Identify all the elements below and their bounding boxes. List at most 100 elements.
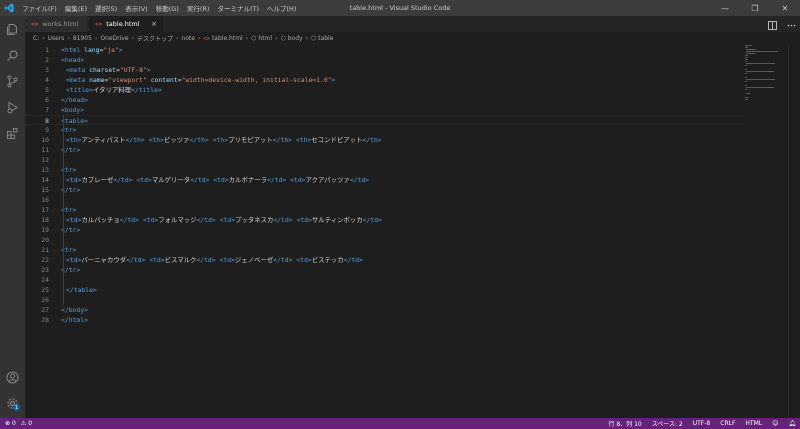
tab-works-html[interactable]: <> works.html <box>25 16 88 32</box>
breadcrumb-item[interactable]: note <box>181 35 195 42</box>
language-mode[interactable]: HTML <box>745 420 762 427</box>
code-line[interactable]: 5 <title>イタリア料理</title> <box>25 85 745 95</box>
chevron-right-icon: › <box>305 35 308 42</box>
tab-table-html[interactable]: <> table.html × <box>89 16 163 32</box>
menu-selection[interactable]: 選択(S) <box>91 3 121 13</box>
editor-scrollbar[interactable] <box>788 45 789 418</box>
end-of-line[interactable]: CRLF <box>720 420 735 427</box>
explorer-icon[interactable] <box>0 16 25 42</box>
code-line[interactable]: 24 <box>25 275 745 285</box>
code-line[interactable]: 17 <tr> <box>25 205 745 215</box>
line-content: <head> <box>61 55 84 65</box>
extensions-icon[interactable] <box>0 120 25 146</box>
code-token: </td> <box>362 216 382 224</box>
notifications-bell-icon[interactable]: 🔔︎ <box>788 420 796 427</box>
menu-terminal[interactable]: ターミナル(T) <box>213 3 263 13</box>
code-editor[interactable]: 1 <html lang="ja"> 2 <head> 3 <meta charset="… <box>25 45 800 418</box>
breadcrumb-item[interactable]: Users <box>48 35 65 42</box>
line-number: 18 <box>41 216 49 224</box>
chevron-right-icon: › <box>94 35 98 42</box>
code-token: </th> <box>362 136 382 144</box>
more-actions-icon[interactable] <box>787 15 796 34</box>
code-line[interactable]: 16 <box>25 195 745 205</box>
breadcrumb-item[interactable]: html <box>258 35 272 42</box>
code-line[interactable]: 25 </table> <box>25 285 745 295</box>
breadcrumb-item[interactable]: table.html <box>212 35 243 42</box>
code-line[interactable]: 13 <tr> <box>25 165 745 175</box>
minimize-button[interactable]: — <box>710 0 740 16</box>
code-line[interactable]: 20 <box>25 235 745 245</box>
breadcrumb-item[interactable]: デスクトップ <box>137 34 173 43</box>
menu-help[interactable]: ヘルプ(H) <box>263 3 300 13</box>
minimap-line <box>746 71 775 72</box>
code-line[interactable]: 18 <td>カルパッチョ</td> <td>フォルマッジ</td> <td>プッ… <box>25 215 745 225</box>
code-line[interactable]: 14 <td>カプレーゼ</td> <td>マルゲリータ</td> <td>カルボ… <box>25 175 745 185</box>
problems-indicator[interactable]: ⊗ 0 ⚠ 0 <box>0 420 32 427</box>
restore-button[interactable]: ❐ <box>740 0 770 16</box>
code-line[interactable]: 8 <table> <box>25 115 745 125</box>
code-token: <th> <box>212 136 229 144</box>
code-line[interactable]: 6 </head> <box>25 95 745 105</box>
menu-edit[interactable]: 編集(E) <box>61 3 91 13</box>
code-line[interactable]: 1 <html lang="ja"> <box>25 45 745 55</box>
line-number: 7 <box>45 106 49 114</box>
code-line[interactable]: 12 <box>25 155 745 165</box>
line-content: <title>イタリア料理</title> <box>66 85 162 95</box>
account-icon[interactable] <box>0 364 25 390</box>
breadcrumb-item[interactable]: table <box>318 35 333 42</box>
code-token: > <box>331 76 336 84</box>
code-token: </td> <box>119 216 139 224</box>
code-line[interactable]: 7 <body> <box>25 105 745 115</box>
settings-gear-icon[interactable]: 1 <box>0 390 25 416</box>
code-line[interactable]: 28 </html> <box>25 315 745 325</box>
menu-go[interactable]: 移動(G) <box>152 3 183 13</box>
breadcrumb-item[interactable]: OneDrive <box>100 35 128 42</box>
line-number: 20 <box>41 236 49 244</box>
breadcrumb-item[interactable]: body <box>288 35 303 42</box>
breadcrumb-item[interactable]: C: <box>33 35 39 42</box>
code-line[interactable]: 2 <head> <box>25 55 745 65</box>
minimap-line <box>745 77 747 78</box>
code-token: <head> <box>61 56 85 64</box>
code-line[interactable]: 19 </tr> <box>25 225 745 235</box>
code-line[interactable]: 23 </tr> <box>25 265 745 275</box>
code-line[interactable]: 10 <th>アンティパスト</th> <th>ピッツァ</th> <th>プリモ… <box>25 135 745 145</box>
split-editor-icon[interactable] <box>768 15 777 34</box>
indent-guide <box>63 115 64 305</box>
code-token: lang <box>84 46 100 54</box>
minimap-line <box>745 89 748 90</box>
code-line[interactable]: 27 </body> <box>25 305 745 315</box>
code-line[interactable]: 21 <tr> <box>25 245 745 255</box>
code-line[interactable]: 4 <meta name="viewport" content="width=de… <box>25 75 745 85</box>
search-icon[interactable] <box>0 42 25 68</box>
code-token: イタリア料理 <box>92 86 132 94</box>
menu-run[interactable]: 実行(R) <box>183 3 214 13</box>
run-debug-icon[interactable] <box>0 94 25 120</box>
html-file-icon: <> <box>95 20 103 28</box>
minimap-line <box>745 65 748 66</box>
code-token: <table> <box>61 117 88 125</box>
encoding[interactable]: UTF-8 <box>693 420 711 427</box>
code-line[interactable]: 15 </tr> <box>25 185 745 195</box>
code-line[interactable]: 9 <tr> <box>25 125 745 135</box>
minimap[interactable] <box>745 45 785 105</box>
code-token: <td> <box>213 176 229 184</box>
code-line[interactable]: 11 </tr> <box>25 145 745 155</box>
close-tab-icon[interactable]: × <box>151 20 157 28</box>
code-line[interactable]: 22 <td>バーニャカウダ</td> <td>ビスマルク</td> <td>ジェ… <box>25 255 745 265</box>
breadcrumb-item[interactable]: 81905 <box>73 35 92 42</box>
line-number: 11 <box>41 146 49 154</box>
line-content: <td>カプレーゼ</td> <td>マルゲリータ</td> <td>カルボナー… <box>66 175 369 185</box>
cursor-position[interactable]: 行 8、列 10 <box>608 419 641 428</box>
source-control-icon[interactable] <box>0 68 25 94</box>
minimap-line <box>745 99 749 100</box>
vscode-logo-icon <box>0 0 18 16</box>
line-number: 26 <box>41 296 49 304</box>
indentation[interactable]: スペース: 2 <box>652 419 683 428</box>
code-token: <meta <box>66 66 90 74</box>
menu-file[interactable]: ファイル(F) <box>18 3 61 13</box>
code-line[interactable]: 3 <meta charset="UTF-8"> <box>25 65 745 75</box>
code-line[interactable]: 26 <box>25 295 745 305</box>
menu-view[interactable]: 表示(V) <box>121 3 152 13</box>
feedback-icon[interactable]: ☺ <box>772 420 778 427</box>
